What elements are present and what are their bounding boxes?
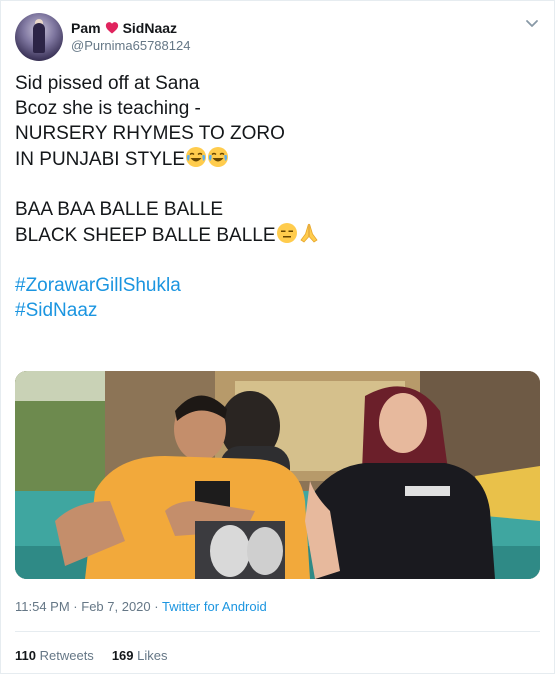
- chevron-down-icon[interactable]: [524, 15, 540, 31]
- likes-count: 169: [111, 648, 134, 663]
- display-name[interactable]: Pam SidNaaz: [71, 19, 190, 37]
- tweet-date[interactable]: Feb 7, 2020: [81, 599, 150, 614]
- hashtag-link[interactable]: #ZorawarGillShukla: [15, 273, 540, 298]
- avatar-figure-body: [33, 23, 45, 53]
- display-name-part2: SidNaaz: [122, 20, 178, 36]
- likes-label: Likes: [137, 648, 168, 663]
- tweet-line: IN PUNJABI STYLE: [15, 149, 185, 170]
- retweets-stat[interactable]: 110 Retweets: [15, 648, 94, 663]
- tweet-line: NURSERY RHYMES TO ZORO: [15, 123, 285, 144]
- joy-emoji-icon: [186, 147, 206, 167]
- divider: [15, 631, 540, 632]
- tweet-time[interactable]: 11:54 PM: [15, 599, 70, 614]
- tweet-line: Sid pissed off at Sana: [15, 73, 200, 94]
- folded-hands-emoji-icon: [299, 223, 318, 243]
- meta-separator: ·: [69, 599, 82, 614]
- tweet-line: Bcoz she is teaching -: [15, 98, 201, 119]
- tweet-meta: 11:54 PM · Feb 7, 2020 · Twitter for And…: [15, 599, 267, 614]
- author-names: Pam SidNaaz @Purnima65788124: [71, 19, 190, 55]
- avatar[interactable]: [15, 13, 63, 61]
- display-name-part1: Pam: [71, 20, 101, 36]
- tweet-card: Pam SidNaaz @Purnima65788124 Sid pissed …: [0, 0, 555, 674]
- tweet-text: Sid pissed off at Sana Bcoz she is teach…: [15, 71, 540, 323]
- expressionless-emoji-icon: [276, 223, 297, 243]
- retweets-label: Retweets: [39, 648, 94, 663]
- tweet-line: BLACK SHEEP BALLE BALLE: [15, 225, 276, 246]
- tweet-header: Pam SidNaaz @Purnima65788124: [15, 13, 190, 61]
- tweet-stats: 110 Retweets 169 Likes: [15, 648, 168, 663]
- meta-separator: ·: [150, 599, 162, 614]
- tweet-line-with-emoji: BLACK SHEEP BALLE BALLE: [15, 222, 540, 248]
- tweet-source-link[interactable]: Twitter for Android: [162, 599, 267, 614]
- tweet-media-image[interactable]: [15, 371, 540, 579]
- heart-icon: [105, 22, 118, 34]
- retweets-count: 110: [15, 648, 36, 663]
- tweet-line: BAA BAA BALLE BALLE: [15, 199, 224, 220]
- likes-stat[interactable]: 169 Likes: [112, 648, 168, 663]
- media-scene: [15, 371, 540, 579]
- author-handle[interactable]: @Purnima65788124: [71, 37, 190, 55]
- joy-emoji-icon: [208, 147, 228, 167]
- hashtag-link[interactable]: #SidNaaz: [15, 298, 540, 323]
- tweet-line-with-emoji: IN PUNJABI STYLE: [15, 146, 540, 172]
